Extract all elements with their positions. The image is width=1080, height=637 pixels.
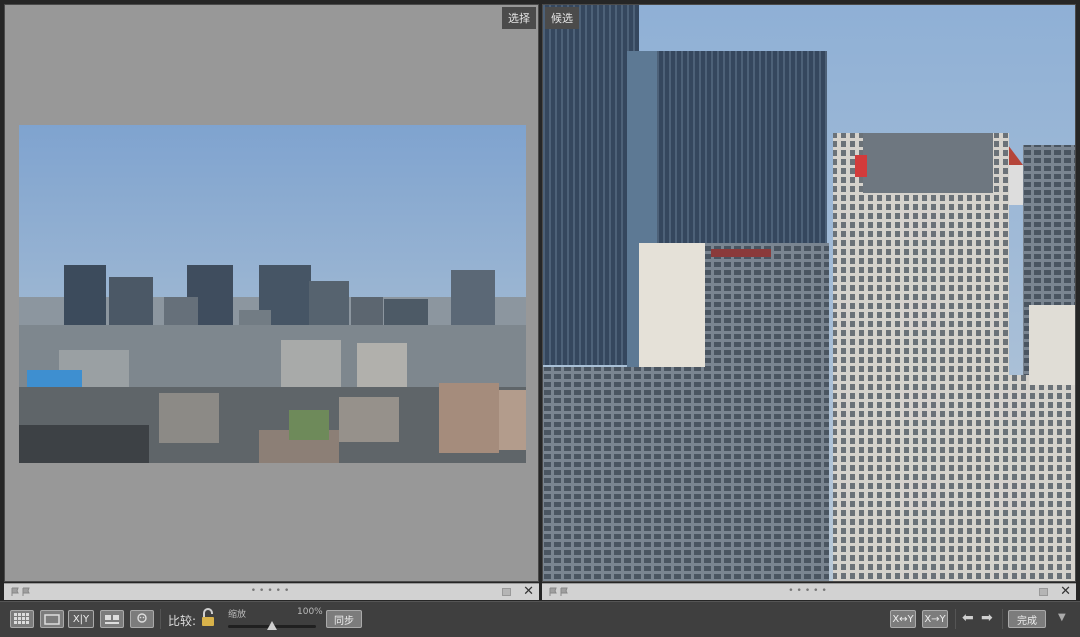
people-view-icon	[137, 613, 147, 623]
lightroom-compare-window: 选择 候选 ••••• ✕ ••••• ✕ X|Y 比较: 缩放 100% 同步…	[0, 0, 1080, 637]
lock-icon[interactable]	[199, 608, 217, 628]
rating-dots[interactable]: •••••	[251, 586, 293, 596]
candidate-pane[interactable]: 候选	[542, 4, 1076, 582]
select-photo[interactable]	[19, 125, 526, 463]
loupe-view-button[interactable]	[40, 610, 64, 628]
color-label-box[interactable]	[1039, 588, 1048, 596]
reject-flag-icon[interactable]	[21, 587, 31, 597]
arrow-right-icon[interactable]: ➡	[981, 610, 993, 626]
select-pane-footer: ••••• ✕	[4, 583, 539, 600]
people-view-button[interactable]	[130, 610, 154, 628]
color-label-box[interactable]	[502, 588, 511, 596]
zoom-label: 缩放	[228, 610, 247, 620]
survey-view-icon	[105, 614, 119, 624]
compare-view-icon: X|Y	[72, 613, 90, 625]
candidate-label: 候选	[545, 7, 579, 29]
candidate-photo[interactable]	[543, 5, 1076, 582]
grid-view-icon	[14, 613, 29, 624]
reject-flag-icon[interactable]	[559, 587, 569, 597]
close-icon[interactable]: ✕	[523, 584, 534, 599]
survey-view-button[interactable]	[100, 610, 124, 628]
rating-dots[interactable]: •••••	[788, 586, 830, 596]
chevron-down-icon[interactable]: ▼	[1058, 612, 1066, 623]
select-label: 选择	[502, 7, 536, 29]
compare-label: 比较:	[168, 614, 197, 628]
sync-button[interactable]: 同步	[326, 610, 362, 628]
loupe-view-icon	[44, 613, 60, 625]
close-icon[interactable]: ✕	[1060, 584, 1071, 599]
flag-icon[interactable]	[548, 587, 558, 597]
candidate-pane-footer: ••••• ✕	[542, 583, 1076, 600]
grid-view-button[interactable]	[10, 610, 34, 628]
zoom-value: 100%	[297, 607, 323, 617]
flag-icon[interactable]	[10, 587, 20, 597]
compare-view-button[interactable]: X|Y	[68, 610, 94, 628]
toolbar-divider	[955, 609, 956, 629]
swap-button[interactable]: X↔Y	[890, 610, 916, 628]
done-button[interactable]: 完成	[1008, 610, 1046, 628]
toolbar-divider	[1002, 609, 1003, 629]
done-button-label: 完成	[1017, 615, 1037, 627]
make-select-icon: X→Y	[924, 613, 946, 625]
select-pane[interactable]: 选择	[4, 4, 539, 582]
make-select-button[interactable]: X→Y	[922, 610, 948, 628]
swap-icon: X↔Y	[892, 613, 914, 625]
zoom-slider-handle[interactable]	[267, 621, 277, 630]
arrow-left-icon[interactable]: ⬅	[962, 610, 974, 626]
sync-button-label: 同步	[334, 615, 354, 627]
bottom-toolbar: X|Y 比较: 缩放 100% 同步 X↔Y X→Y ⬅ ➡ 完成 ▼	[0, 601, 1080, 637]
toolbar-divider	[160, 609, 161, 629]
